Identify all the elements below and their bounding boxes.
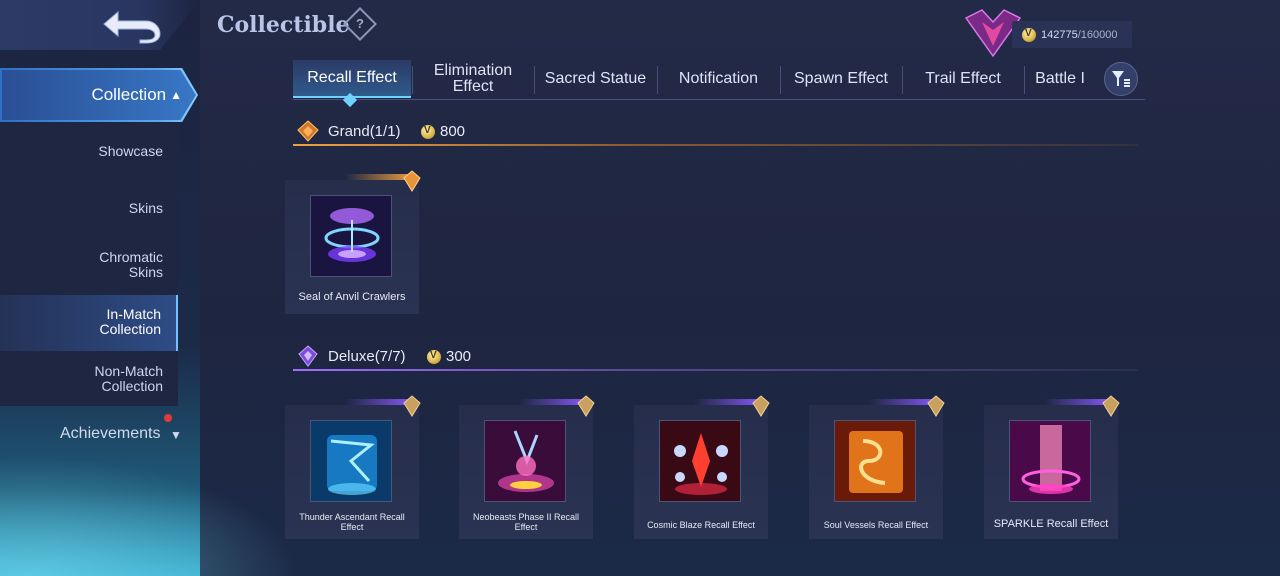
collectible-card[interactable]: Cosmic Blaze Recall Effect bbox=[634, 395, 770, 539]
cosmic-blaze-image bbox=[659, 420, 741, 502]
collectible-card[interactable]: Thunder Ascendant Recall Effect bbox=[285, 395, 421, 539]
collectible-card[interactable]: Neobeasts Phase II Recall Effect bbox=[459, 395, 595, 539]
grand-divider bbox=[293, 144, 1138, 146]
sidebar-achievements[interactable]: Achievements bbox=[60, 425, 161, 443]
deluxe-gem-icon bbox=[927, 395, 945, 417]
collectible-card[interactable]: Seal of Anvil Crawlers bbox=[285, 170, 421, 314]
card-name: Thunder Ascendant Recall Effect bbox=[299, 512, 405, 532]
filter-button[interactable] bbox=[1104, 62, 1138, 96]
neobeasts-image bbox=[484, 420, 566, 502]
tab-sacred-statue[interactable]: Sacred Statue bbox=[535, 60, 656, 98]
recall-effect-art bbox=[311, 196, 391, 276]
tab-recall-effect[interactable]: Recall Effect bbox=[293, 60, 411, 98]
page-title: Collectible bbox=[217, 12, 350, 38]
sidebar-item-chromatic-skins[interactable]: Chromatic Skins bbox=[0, 250, 178, 280]
grand-tier-icon bbox=[297, 120, 319, 142]
coin-icon bbox=[427, 349, 441, 364]
collectible-card[interactable]: SPARKLE Recall Effect bbox=[984, 395, 1120, 539]
section-header-grand: Grand(1/1) 800 bbox=[293, 120, 1138, 146]
collectible-card[interactable]: Soul Vessels Recall Effect bbox=[809, 395, 945, 539]
recall-effect-art bbox=[660, 421, 740, 501]
sidebar-item-skins[interactable]: Skins bbox=[0, 201, 178, 216]
soul-vessels-image bbox=[834, 420, 916, 502]
thunder-ascendant-image bbox=[310, 420, 392, 502]
section-cost-grand: 800 bbox=[421, 123, 465, 140]
coin-icon bbox=[1022, 27, 1036, 42]
deluxe-gem-icon bbox=[577, 395, 595, 417]
sidebar-item-non-match-collection[interactable]: Non-Match Collection bbox=[0, 364, 178, 394]
currency-current: 142775 bbox=[1041, 28, 1078, 41]
recall-effect-art bbox=[835, 421, 915, 501]
sidebar-collection-button[interactable]: Collection ▲ bbox=[0, 68, 198, 122]
tab-spawn-effect[interactable]: Spawn Effect bbox=[781, 60, 901, 98]
filter-icon bbox=[1112, 71, 1130, 87]
deluxe-gem-icon bbox=[403, 395, 421, 417]
tab-elimination-effect[interactable]: Elimination Effect bbox=[413, 60, 533, 98]
section-title-deluxe: Deluxe(7/7) bbox=[328, 348, 406, 365]
sidebar-item-showcase[interactable]: Showcase bbox=[0, 144, 178, 159]
card-name: Seal of Anvil Crawlers bbox=[298, 291, 406, 303]
tab-notification[interactable]: Notification bbox=[658, 60, 779, 98]
back-arrow-icon bbox=[103, 10, 161, 44]
recall-effect-art bbox=[311, 421, 391, 501]
grand-gem-icon bbox=[403, 170, 421, 192]
decorative-glow bbox=[0, 456, 300, 576]
sidebar-submenu: Showcase Skins Chromatic Skins In-Match … bbox=[0, 124, 178, 406]
card-name: SPARKLE Recall Effect bbox=[993, 518, 1109, 530]
section-header-deluxe: Deluxe(7/7) 300 bbox=[293, 345, 1138, 371]
deluxe-gem-icon bbox=[752, 395, 770, 417]
chevron-down-icon: ▼ bbox=[170, 428, 182, 442]
sparkle-image bbox=[1009, 420, 1091, 502]
notification-dot bbox=[164, 414, 172, 422]
seal-of-anvil-crawlers-image bbox=[310, 195, 392, 277]
section-cost-deluxe: 300 bbox=[427, 348, 471, 365]
tab-trail-effect[interactable]: Trail Effect bbox=[903, 60, 1023, 98]
deluxe-divider bbox=[293, 369, 1138, 371]
deluxe-tier-icon bbox=[298, 345, 318, 367]
grand-cost-value: 800 bbox=[440, 123, 466, 140]
deluxe-gem-icon bbox=[1102, 395, 1120, 417]
coin-icon bbox=[421, 124, 435, 139]
card-name: Cosmic Blaze Recall Effect bbox=[647, 520, 755, 530]
tab-battle[interactable]: Battle I bbox=[1025, 60, 1095, 98]
chevron-up-icon: ▲ bbox=[170, 88, 182, 102]
recall-effect-art bbox=[485, 421, 565, 501]
recall-effect-art bbox=[1010, 421, 1090, 501]
card-name: Neobeasts Phase II Recall Effect bbox=[472, 512, 580, 532]
card-name: Soul Vessels Recall Effect bbox=[823, 520, 929, 530]
currency-max: /160000 bbox=[1077, 28, 1118, 41]
deluxe-cost-value: 300 bbox=[446, 348, 472, 365]
sidebar-collection-label: Collection bbox=[91, 85, 167, 104]
sidebar-item-in-match-collection[interactable]: In-Match Collection bbox=[0, 295, 178, 351]
section-title-grand: Grand(1/1) bbox=[328, 123, 401, 140]
tab-bar: Recall Effect Elimination Effect Sacred … bbox=[293, 60, 1145, 100]
currency-display: 142775/160000 bbox=[1012, 21, 1132, 48]
help-icon-symbol: ? bbox=[356, 16, 364, 31]
